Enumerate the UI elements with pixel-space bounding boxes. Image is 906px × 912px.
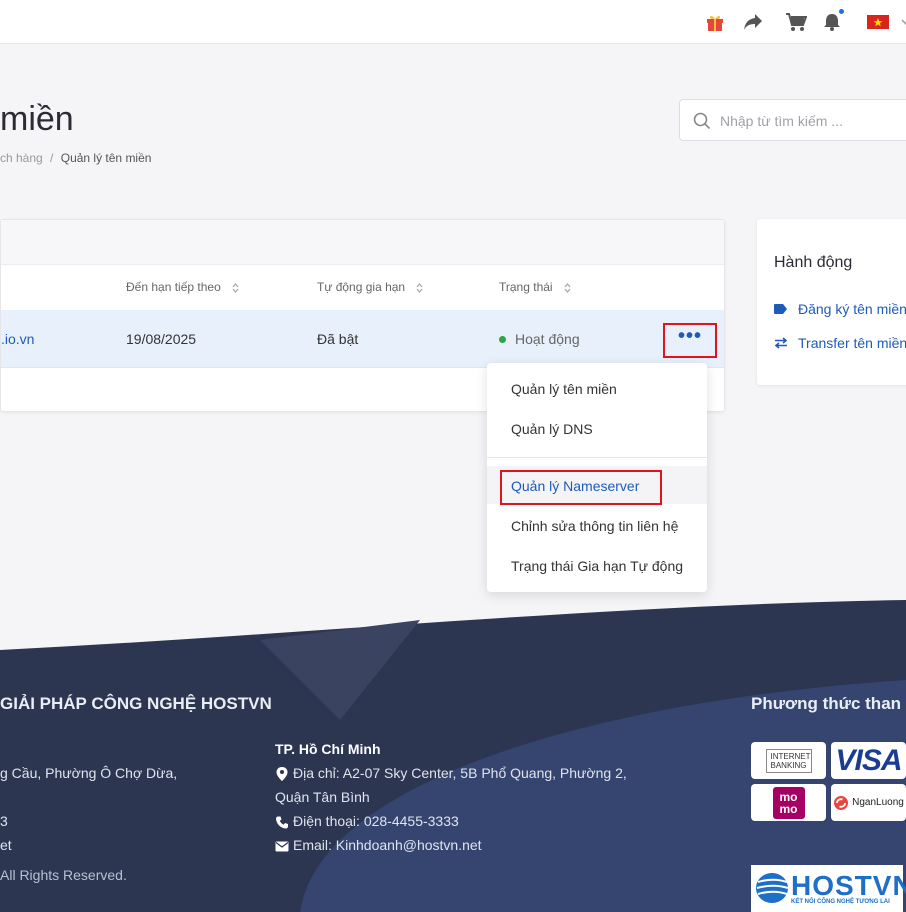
phone-icon bbox=[276, 816, 288, 829]
footer-address-left: g Cầu, Phường Ô Chợ Dừa, bbox=[0, 765, 178, 781]
cart-icon[interactable] bbox=[784, 10, 808, 34]
actions-panel: Hành động Đăng ký tên miền Transfer tên … bbox=[757, 219, 906, 385]
map-marker-icon bbox=[276, 767, 288, 782]
more-actions-button[interactable]: ••• bbox=[663, 323, 717, 358]
column-header-status[interactable]: Trạng thái bbox=[499, 280, 571, 294]
sort-icon bbox=[416, 282, 423, 293]
menu-item-edit-contact[interactable]: Chỉnh sửa thông tin liên hệ bbox=[511, 518, 678, 534]
column-header-next-due[interactable]: Đến hạn tiếp theo bbox=[126, 280, 239, 294]
vietnam-flag-icon[interactable] bbox=[866, 10, 890, 34]
transfer-icon bbox=[774, 337, 788, 349]
column-header-auto-renew[interactable]: Tự động gia hạn bbox=[317, 280, 423, 294]
actions-panel-title: Hành động bbox=[774, 254, 853, 271]
footer-company-name: GIẢI PHÁP CÔNG NGHỆ HOSTVN bbox=[0, 694, 272, 713]
globe-logo-icon bbox=[756, 873, 789, 903]
hostvn-logo[interactable]: HOSTVN KẾT NỐI CÔNG NGHỆ TƯƠNG LAI bbox=[751, 865, 906, 912]
transfer-domain-link[interactable]: Transfer tên miền bbox=[774, 335, 906, 351]
hostvn-logo-tagline: KẾT NỐI CÔNG NGHỆ TƯƠNG LAI bbox=[791, 899, 890, 905]
table-row: .io.vn 19/08/2025 Đã bật Hoạt động ••• bbox=[1, 310, 724, 368]
menu-item-manage-nameserver[interactable]: Quản lý Nameserver bbox=[511, 478, 639, 494]
menu-item-manage-domain[interactable]: Quản lý tên miền bbox=[511, 381, 617, 397]
breadcrumb-separator: / bbox=[50, 151, 54, 165]
footer-copyright: All Rights Reserved. bbox=[0, 867, 127, 883]
internet-banking-label: INTERNET BANKING bbox=[765, 748, 812, 773]
tag-icon bbox=[774, 304, 787, 314]
more-dots-icon: ••• bbox=[677, 324, 702, 347]
footer-hcm-address: Địa chỉ: A2-07 Sky Center, 5B Phổ Quang,… bbox=[275, 765, 627, 782]
auto-renew-value: Đã bật bbox=[317, 331, 359, 347]
visa-logo: VISA bbox=[835, 743, 902, 777]
sort-icon bbox=[564, 282, 571, 293]
nganluong-badge: NganLuong bbox=[831, 784, 906, 821]
actions-dropdown-menu: Quản lý tên miền Quản lý DNS Quản lý Nam… bbox=[487, 363, 707, 592]
internet-banking-badge: INTERNET BANKING bbox=[751, 742, 826, 779]
hostvn-logo-text: HOSTVN bbox=[791, 870, 906, 901]
visa-badge: VISA bbox=[831, 742, 906, 779]
menu-item-auto-renew-status[interactable]: Trạng thái Gia hạn Tự động bbox=[511, 558, 683, 574]
breadcrumb-parent[interactable]: ch hàng bbox=[0, 151, 43, 165]
register-domain-link[interactable]: Đăng ký tên miền bbox=[774, 301, 906, 317]
footer-phone-left: 3 bbox=[0, 813, 8, 829]
sort-icon bbox=[232, 282, 239, 293]
nganluong-label: NganLuong bbox=[852, 797, 904, 808]
gift-icon[interactable] bbox=[703, 10, 727, 34]
footer-hcm-email: Email: Kinhdoanh@hostvn.net bbox=[275, 837, 482, 853]
breadcrumb-current: Quản lý tên miền bbox=[60, 151, 152, 165]
search-box[interactable]: Nhập từ tìm kiếm ... bbox=[679, 99, 906, 141]
share-icon[interactable] bbox=[741, 10, 765, 34]
footer-email-left: et bbox=[0, 837, 12, 853]
envelope-icon bbox=[275, 841, 289, 852]
footer-hcm-address-line2: Quận Tân Bình bbox=[275, 789, 370, 805]
status-dot bbox=[499, 335, 506, 343]
chevron-down-icon[interactable] bbox=[894, 10, 906, 34]
page-title: miền bbox=[0, 100, 74, 138]
footer-hcm-phone: Điện thoại: 028-4455-3333 bbox=[275, 813, 459, 829]
momo-logo: mo mo bbox=[772, 786, 805, 819]
footer-payment-title: Phương thức than bbox=[751, 694, 902, 713]
momo-badge: mo mo bbox=[751, 784, 826, 821]
search-input[interactable]: Nhập từ tìm kiếm ... bbox=[720, 113, 843, 129]
status-badge: Hoạt động bbox=[499, 331, 580, 347]
breadcrumb: ch hàng / Quản lý tên miền bbox=[0, 151, 151, 165]
footer-hcm-title: TP. Hồ Chí Minh bbox=[275, 741, 381, 757]
next-due-date: 19/08/2025 bbox=[126, 331, 197, 347]
nganluong-swirl-icon bbox=[834, 795, 849, 810]
top-bar bbox=[0, 0, 906, 44]
notification-dot bbox=[838, 8, 845, 15]
search-icon bbox=[693, 112, 711, 130]
domain-link[interactable]: .io.vn bbox=[1, 331, 34, 347]
menu-item-manage-dns[interactable]: Quản lý DNS bbox=[511, 421, 593, 437]
menu-divider bbox=[487, 457, 707, 458]
card-header bbox=[1, 220, 724, 265]
